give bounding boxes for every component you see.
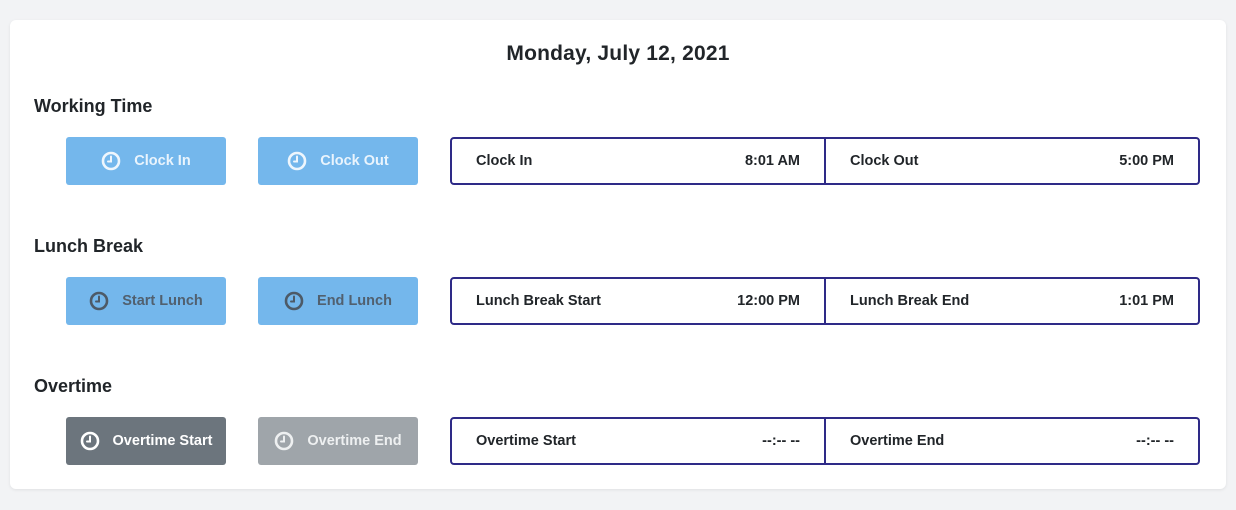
overtime-start-time-cell: Overtime Start --:-- -- bbox=[452, 419, 824, 463]
overtime-start-time-label: Overtime Start bbox=[476, 433, 576, 449]
clock-in-time-label: Clock In bbox=[476, 153, 533, 169]
lunch-end-time-value: 1:01 PM bbox=[1119, 293, 1174, 309]
clock-out-time-value: 5:00 PM bbox=[1119, 153, 1174, 169]
end-lunch-button[interactable]: End Lunch bbox=[258, 277, 418, 325]
start-lunch-button-label: Start Lunch bbox=[122, 293, 203, 309]
clock-out-button-label: Clock Out bbox=[320, 153, 389, 169]
clock-icon bbox=[274, 431, 294, 451]
clock-in-time-value: 8:01 AM bbox=[744, 153, 800, 169]
clock-icon bbox=[101, 151, 121, 171]
section-title-lunch-break: Lunch Break bbox=[34, 236, 144, 256]
clock-icon bbox=[287, 151, 307, 171]
section-title-overtime: Overtime bbox=[34, 376, 113, 396]
clock-in-time-cell: Clock In 8:01 AM bbox=[452, 139, 824, 183]
end-lunch-button-label: End Lunch bbox=[317, 293, 392, 309]
lunch-start-time-value: 12:00 PM bbox=[737, 293, 800, 309]
clock-icon bbox=[284, 291, 304, 311]
overtime-end-time-cell: Overtime End --:-- -- bbox=[824, 419, 1198, 463]
overtime-end-button[interactable]: Overtime End bbox=[258, 417, 418, 465]
start-lunch-button[interactable]: Start Lunch bbox=[66, 277, 226, 325]
clock-icon bbox=[89, 291, 109, 311]
overtime-end-time-label: Overtime End bbox=[850, 433, 945, 449]
clock-icon bbox=[80, 431, 100, 451]
lunch-end-time-cell: Lunch Break End 1:01 PM bbox=[824, 279, 1198, 323]
clock-out-time-label: Clock Out bbox=[850, 153, 919, 169]
clock-in-button[interactable]: Clock In bbox=[66, 137, 226, 185]
clock-out-button[interactable]: Clock Out bbox=[258, 137, 418, 185]
overtime-end-button-label: Overtime End bbox=[307, 433, 402, 449]
overtime-start-time-value: --:-- -- bbox=[762, 433, 800, 449]
overtime-display: Overtime Start --:-- -- Overtime End --:… bbox=[450, 417, 1200, 465]
clock-out-time-cell: Clock Out 5:00 PM bbox=[824, 139, 1198, 183]
lunch-end-time-label: Lunch Break End bbox=[850, 293, 970, 309]
overtime-start-button-label: Overtime Start bbox=[112, 433, 213, 449]
overtime-end-time-value: --:-- -- bbox=[1136, 433, 1174, 449]
working-time-display: Clock In 8:01 AM Clock Out 5:00 PM bbox=[450, 137, 1200, 185]
clock-in-button-label: Clock In bbox=[134, 153, 191, 169]
lunch-break-display: Lunch Break Start 12:00 PM Lunch Break E… bbox=[450, 277, 1200, 325]
section-title-working-time: Working Time bbox=[34, 96, 153, 116]
lunch-start-time-cell: Lunch Break Start 12:00 PM bbox=[452, 279, 824, 323]
overtime-start-button[interactable]: Overtime Start bbox=[66, 417, 226, 465]
date-title: Monday, July 12, 2021 bbox=[506, 42, 730, 65]
timesheet-card: Monday, July 12, 2021 Working Time Clock… bbox=[10, 20, 1226, 489]
lunch-start-time-label: Lunch Break Start bbox=[476, 293, 601, 309]
